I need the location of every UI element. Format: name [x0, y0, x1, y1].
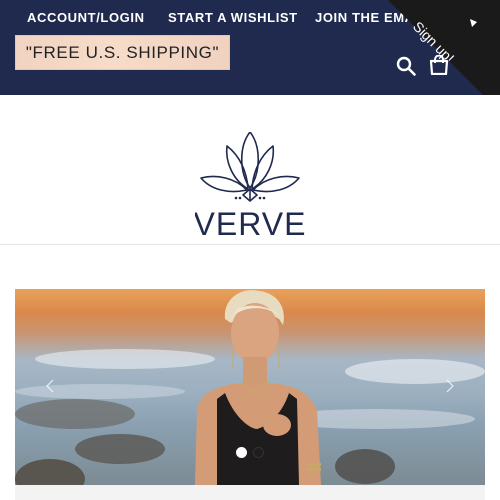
logo-wordmark: VERVE — [195, 206, 305, 242]
rock — [335, 449, 395, 484]
ocean-foam — [345, 359, 485, 384]
carousel-dots — [236, 447, 264, 458]
nav-account-login[interactable]: ACCOUNT/LOGIN — [27, 10, 168, 25]
rock — [15, 459, 85, 485]
nav-start-wishlist[interactable]: START A WISHLIST — [168, 10, 315, 25]
verve-logo[interactable]: VERVE — [195, 132, 305, 242]
free-shipping-banner: "FREE U.S. SHIPPING" — [15, 35, 230, 70]
carousel-prev-icon[interactable] — [45, 379, 55, 393]
free-shipping-text: "FREE U.S. SHIPPING" — [25, 42, 220, 62]
rock — [15, 399, 135, 429]
carousel-next-icon[interactable] — [445, 379, 455, 393]
chevron-down-icon[interactable] — [467, 17, 479, 29]
carousel-dot-2[interactable] — [253, 447, 264, 458]
content-strip — [15, 485, 485, 500]
ocean-foam — [15, 384, 185, 399]
rock — [75, 434, 165, 464]
logo-section: VERVE — [0, 95, 500, 245]
carousel-dot-1[interactable] — [236, 447, 247, 458]
ocean-foam — [35, 349, 215, 369]
top-nav: ACCOUNT/LOGIN START A WISHLIST JOIN THE … — [27, 10, 435, 25]
